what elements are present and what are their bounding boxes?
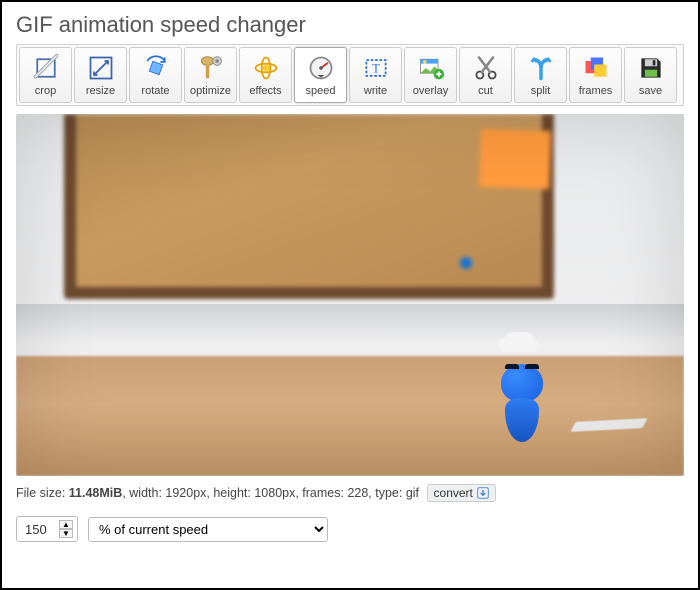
speed-value: 150 (25, 522, 53, 537)
tool-write-label: write (364, 86, 387, 97)
tool-rotate[interactable]: rotate (129, 47, 182, 103)
effects-icon (251, 53, 281, 83)
speed-step-down[interactable]: ▼ (59, 529, 73, 538)
tool-effects-label: effects (249, 86, 281, 97)
optimize-icon (196, 53, 226, 83)
convert-button[interactable]: convert (427, 484, 496, 502)
download-icon (477, 487, 489, 499)
tool-cut-label: cut (478, 86, 493, 97)
tool-speed-label: speed (306, 86, 336, 97)
tool-resize[interactable]: resize (74, 47, 127, 103)
speed-icon (306, 53, 336, 83)
frames-icon (581, 53, 611, 83)
tool-optimize-label: optimize (190, 86, 231, 97)
tool-overlay-label: overlay (413, 86, 448, 97)
speed-controls: 150 ▲ ▼ % of current speed (16, 516, 684, 542)
app-window: GIF animation speed changer crop resize … (0, 0, 700, 590)
resize-icon (86, 53, 116, 83)
tool-split-label: split (531, 86, 551, 97)
tool-overlay[interactable]: overlay (404, 47, 457, 103)
overlay-icon (416, 53, 446, 83)
tool-speed[interactable]: speed (294, 47, 347, 103)
tool-rotate-label: rotate (141, 86, 169, 97)
rotate-icon (141, 53, 171, 83)
speed-value-field[interactable]: 150 ▲ ▼ (16, 516, 78, 542)
tool-resize-label: resize (86, 86, 115, 97)
gif-preview (16, 114, 684, 476)
svg-text:T: T (372, 61, 380, 75)
tool-split[interactable]: split (514, 47, 567, 103)
tool-write[interactable]: T write (349, 47, 402, 103)
tool-frames-label: frames (579, 86, 613, 97)
filesize-label: File size: (16, 486, 69, 500)
tool-crop-label: crop (35, 86, 56, 97)
toolbar: crop resize rotate optimize effects (16, 44, 684, 106)
filesize-value: 11.48MiB (69, 486, 123, 500)
speed-stepper: ▲ ▼ (59, 520, 73, 538)
page-title: GIF animation speed changer (16, 12, 684, 38)
tool-crop[interactable]: crop (19, 47, 72, 103)
file-meta: File size: 11.48MiB, width: 1920px, heig… (16, 484, 684, 502)
crop-icon (31, 53, 61, 83)
tool-frames[interactable]: frames (569, 47, 622, 103)
meta-rest: , width: 1920px, height: 1080px, frames:… (122, 486, 419, 500)
tool-save[interactable]: save (624, 47, 677, 103)
write-icon: T (361, 53, 391, 83)
speed-unit-select[interactable]: % of current speed (88, 517, 328, 542)
tool-optimize[interactable]: optimize (184, 47, 237, 103)
cut-icon (471, 53, 501, 83)
tool-effects[interactable]: effects (239, 47, 292, 103)
tool-save-label: save (639, 86, 662, 97)
convert-label: convert (434, 486, 473, 500)
save-icon (636, 53, 666, 83)
speed-step-up[interactable]: ▲ (59, 520, 73, 529)
split-icon (526, 53, 556, 83)
tool-cut[interactable]: cut (459, 47, 512, 103)
